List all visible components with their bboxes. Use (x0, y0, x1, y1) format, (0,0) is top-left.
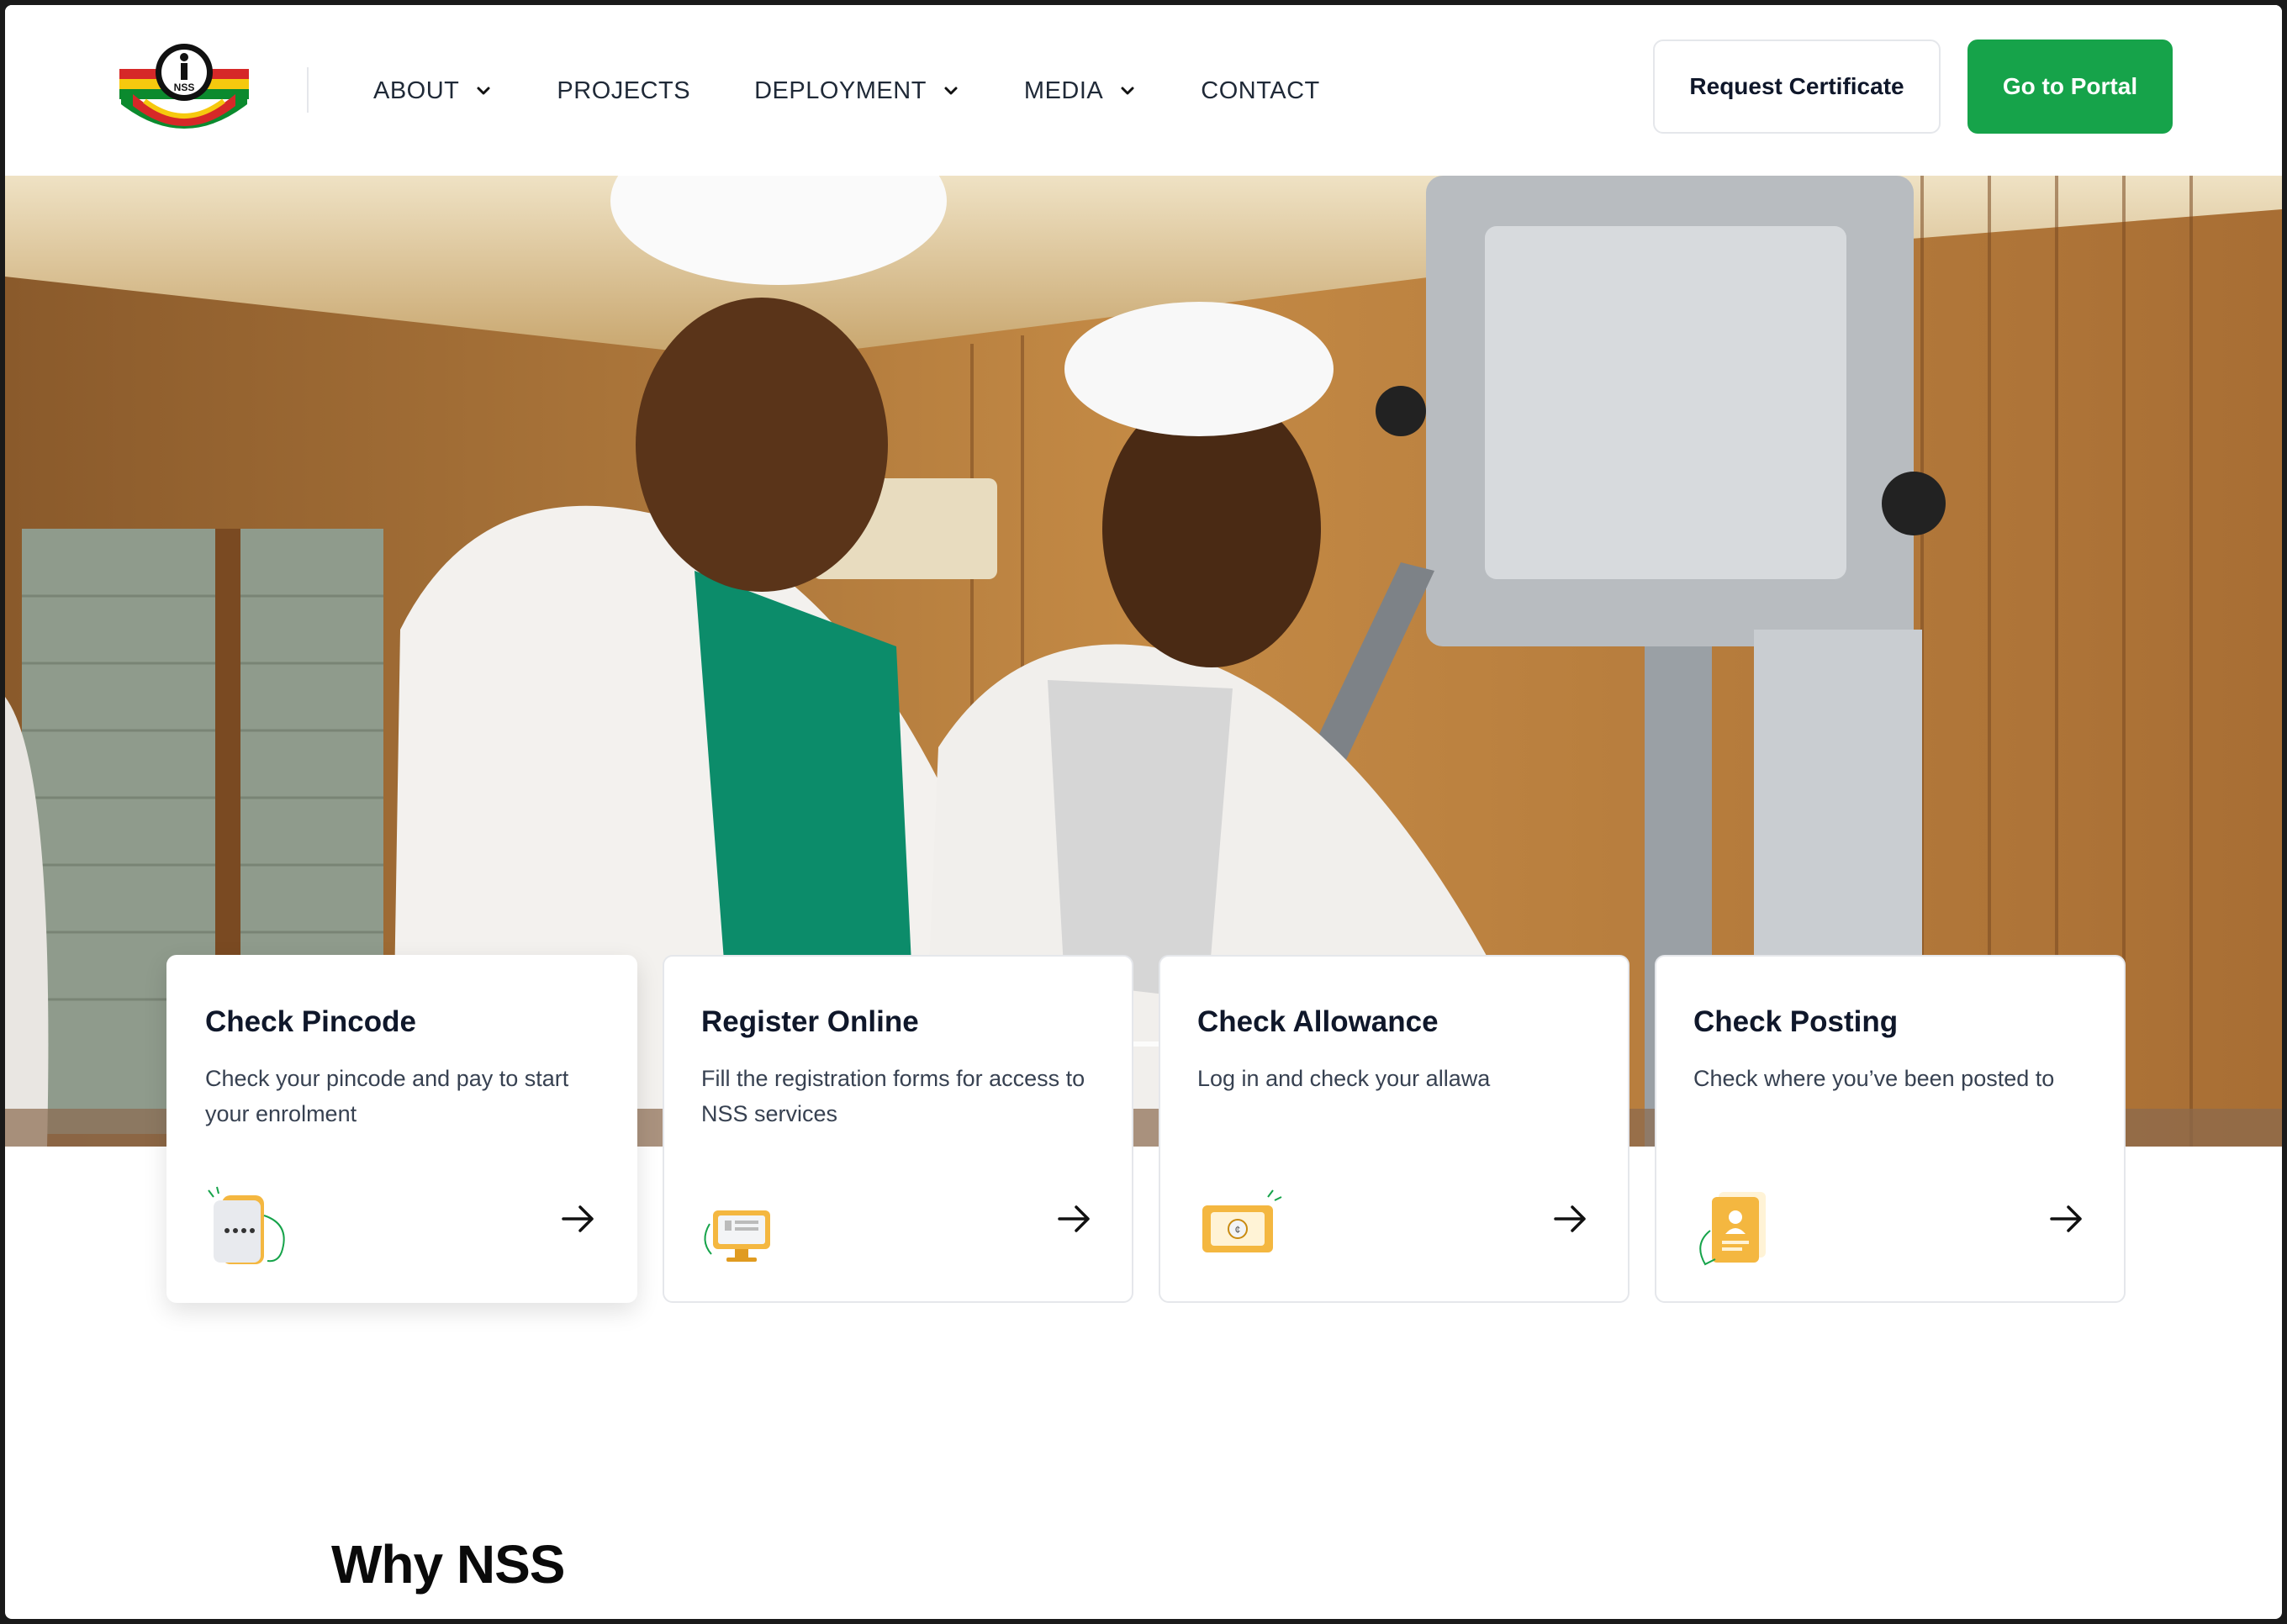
card-description: Check where you’ve been posted to (1693, 1066, 2055, 1091)
chevron-down-icon (477, 87, 490, 95)
nav-contact[interactable]: CONTACT (1201, 77, 1320, 105)
nav-deployment-label: DEPLOYMENT (754, 76, 927, 104)
svg-text:¢: ¢ (1235, 1224, 1241, 1236)
why-nss-heading: Why NSS (331, 1534, 565, 1595)
nav-projects-label: PROJECTS (557, 76, 691, 104)
card-check-allowance[interactable]: Check Allowance Log in and check your al… (1159, 955, 1629, 1303)
arrow-right-icon[interactable] (1552, 1200, 1589, 1237)
card-description: Check your pincode and pay to start your… (205, 1066, 569, 1126)
header-divider (307, 67, 309, 113)
main-nav: ABOUT PROJECTS DEPLOYMENT MEDIA CONTACT (373, 64, 1384, 118)
browser-frame: NSS ABOUT PROJECTS DEPLOYMENT MEDIA CONT… (5, 5, 2282, 1619)
card-register-online[interactable]: Register Online Fill the registration fo… (663, 955, 1133, 1303)
money-icon: ¢ (1202, 1189, 1282, 1252)
nav-projects[interactable]: PROJECTS (557, 77, 690, 105)
nav-media-label: MEDIA (1023, 76, 1104, 104)
card-title: Register Online (701, 1005, 919, 1038)
card-description: Fill the registration forms for access t… (701, 1066, 1085, 1126)
svg-text:NSS: NSS (174, 82, 195, 93)
phone-icon (208, 1186, 285, 1264)
site-header: NSS ABOUT PROJECTS DEPLOYMENT MEDIA CONT… (5, 5, 2282, 176)
nav-about[interactable]: ABOUT (373, 77, 493, 105)
arrow-right-icon[interactable] (2048, 1200, 2085, 1237)
nav-deployment[interactable]: DEPLOYMENT (754, 77, 960, 105)
card-check-posting[interactable]: Check Posting Check where you’ve been po… (1655, 955, 2126, 1303)
nav-media[interactable]: MEDIA (1024, 77, 1137, 105)
arrow-right-icon[interactable] (560, 1200, 597, 1237)
nav-about-label: ABOUT (373, 76, 460, 104)
chevron-down-icon (944, 87, 958, 95)
chevron-down-icon (1121, 87, 1134, 95)
document-icon (1699, 1192, 1766, 1266)
card-description: Log in and check your allawa (1197, 1066, 1491, 1091)
card-check-pincode[interactable]: Check Pincode Check your pincode and pay… (166, 955, 637, 1303)
computer-icon (704, 1210, 770, 1262)
arrow-right-icon[interactable] (1056, 1200, 1093, 1237)
card-title: Check Allowance (1197, 1005, 1439, 1038)
card-title: Check Pincode (205, 1005, 416, 1038)
card-title: Check Posting (1693, 1005, 1899, 1038)
go-to-portal-button[interactable]: Go to Portal (1967, 40, 2173, 134)
request-certificate-button[interactable]: Request Certificate (1653, 40, 1941, 134)
nav-contact-label: CONTACT (1201, 76, 1320, 104)
nss-logo[interactable]: NSS (116, 39, 252, 141)
